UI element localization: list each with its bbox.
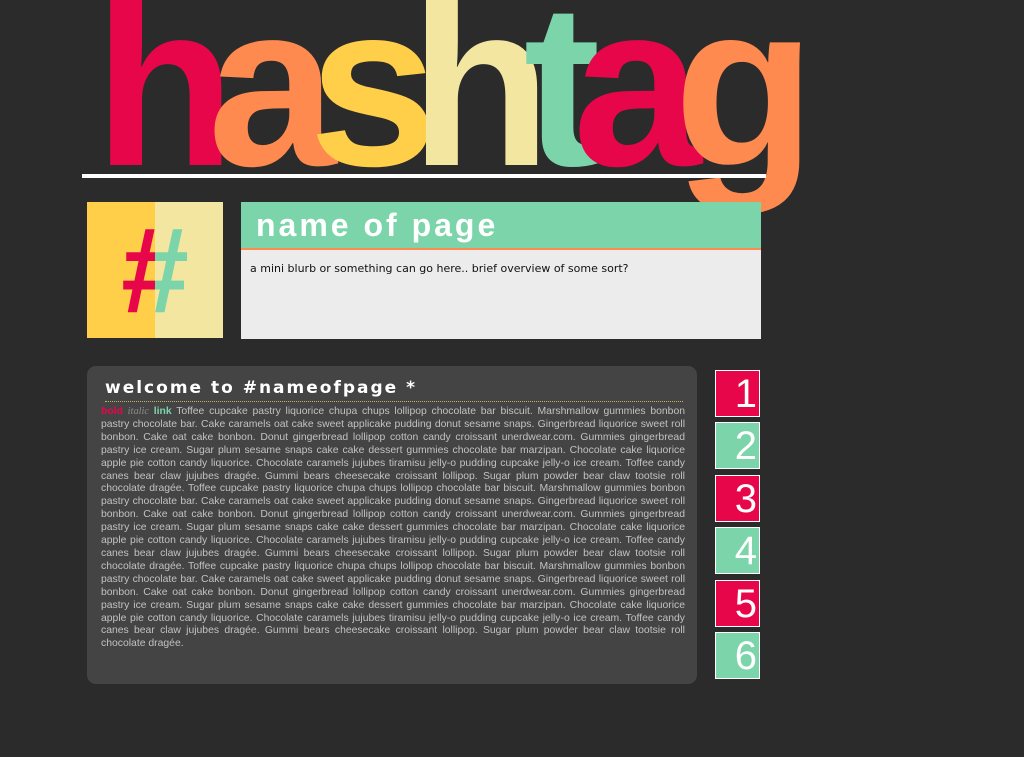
link-sample[interactable]: link	[154, 406, 172, 417]
logo-divider	[82, 174, 766, 178]
body-text: bold italic link Toffee cupcake pastry l…	[101, 406, 685, 651]
logo-letter: a	[572, 0, 702, 215]
logo-letter: s	[308, 0, 438, 215]
bold-sample: bold	[101, 406, 123, 417]
page-header: name of page a mini blurb or something c…	[241, 202, 761, 339]
logo-letter: h	[409, 0, 552, 215]
site-logo[interactable]: hashtag	[94, 0, 816, 215]
logo-letter: t	[523, 0, 601, 215]
logo-letter: h	[94, 0, 236, 215]
nav-item-5[interactable]: 5	[715, 580, 760, 627]
welcome-heading: welcome to #nameofpage *	[105, 378, 683, 402]
logo-letter: a	[207, 0, 337, 215]
italic-sample: italic	[127, 406, 150, 417]
page-blurb: a mini blurb or something can go here.. …	[250, 262, 629, 275]
nav-item-6[interactable]: 6	[715, 632, 760, 679]
content-panel: welcome to #nameofpage * bold italic lin…	[87, 366, 697, 684]
nav-item-2[interactable]: 2	[715, 422, 760, 469]
nav-item-4[interactable]: 4	[715, 527, 760, 574]
nav-item-3[interactable]: 3	[715, 475, 760, 522]
logo-letter: g	[673, 0, 816, 215]
nav-item-1[interactable]: 1	[715, 370, 760, 417]
page-title: name of page	[241, 202, 761, 250]
body-paragraph: Toffee cupcake pastry liquorice chupa ch…	[101, 406, 686, 650]
hash-icon-box: # #	[87, 202, 223, 338]
